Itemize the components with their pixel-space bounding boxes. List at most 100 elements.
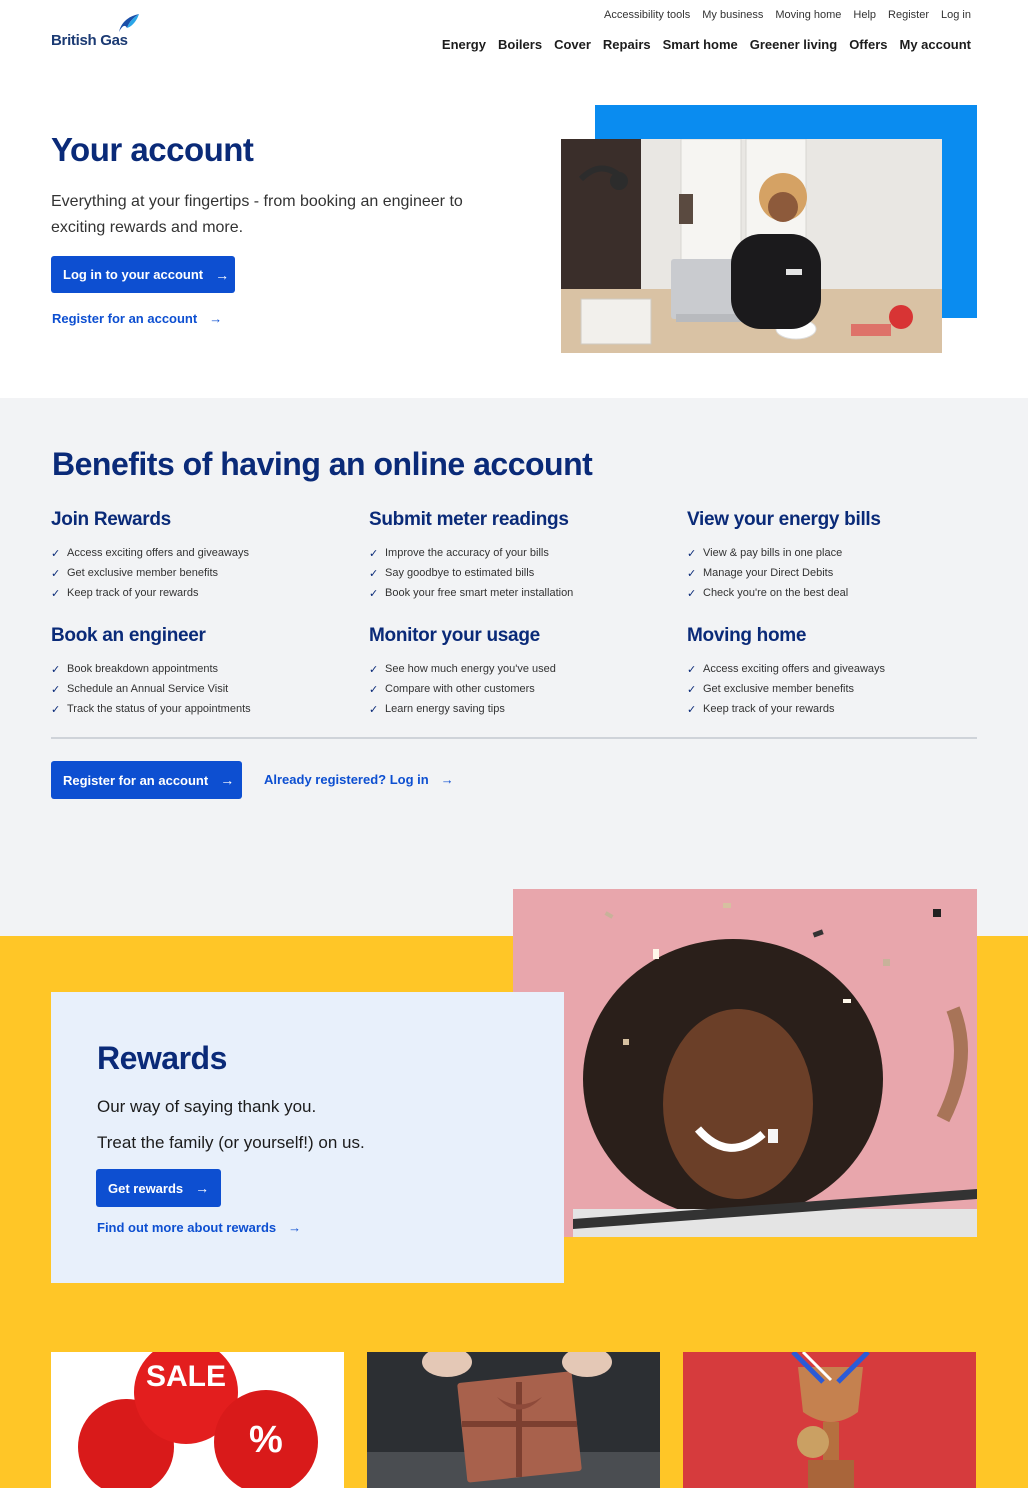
- benefit-list: ✓ Access exciting offers and giveaways ✓ G…: [687, 659, 987, 719]
- check-icon: ✓: [369, 703, 379, 716]
- find-out-more-rewards-link[interactable]: Find out more about rewards →: [97, 1220, 301, 1235]
- check-icon: ✓: [51, 547, 61, 560]
- nav-my-account[interactable]: My account: [899, 37, 971, 52]
- list-item: ✓ Check you're on the best deal: [687, 583, 987, 603]
- sale-balloons-image: SALE %: [78, 1352, 318, 1488]
- tile-sale-balloons[interactable]: SALE %: [51, 1352, 344, 1488]
- list-item-text: Access exciting offers and giveaways: [67, 547, 249, 559]
- benefit-list: ✓ Book breakdown appointments ✓ Schedule a…: [51, 659, 351, 719]
- page-title: Your account: [51, 131, 254, 168]
- util-nav-accessibility[interactable]: Accessibility tools: [604, 9, 690, 21]
- utility-nav: Accessibility tools My business Moving h…: [604, 9, 971, 21]
- list-item-text: Say goodbye to estimated bills: [385, 567, 535, 579]
- brand-name: British Gas: [51, 32, 128, 49]
- tile-trophy[interactable]: [683, 1352, 976, 1488]
- nav-boilers[interactable]: Boilers: [498, 37, 542, 52]
- list-item: ✓ Track the status of your appointments: [51, 699, 351, 719]
- list-item-text: Keep track of your rewards: [703, 703, 835, 715]
- util-nav-help[interactable]: Help: [853, 9, 876, 21]
- benefit-book-engineer: Book an engineer ✓ Book breakdown appoint…: [51, 625, 351, 719]
- check-icon: ✓: [51, 587, 61, 600]
- list-item: ✓ Improve the accuracy of your bills: [369, 543, 669, 563]
- section-divider: [51, 737, 977, 739]
- nav-smart-home[interactable]: Smart home: [663, 37, 738, 52]
- find-out-more-label: Find out more about rewards: [97, 1220, 277, 1235]
- rewards-title: Rewards: [97, 1040, 227, 1076]
- benefit-list: ✓ See how much energy you've used ✓ Compar…: [369, 659, 669, 719]
- benefit-list: ✓ Improve the accuracy of your bills ✓ Say…: [369, 543, 669, 603]
- benefit-heading: Monitor your usage: [369, 625, 540, 646]
- util-nav-log-in[interactable]: Log in: [941, 9, 971, 21]
- util-nav-register[interactable]: Register: [888, 9, 929, 21]
- check-icon: ✓: [687, 567, 697, 580]
- list-item: ✓ Keep track of your rewards: [687, 699, 987, 719]
- list-item-text: Book breakdown appointments: [67, 663, 219, 675]
- sale-text: SALE: [146, 1360, 226, 1393]
- register-link[interactable]: Register for an account →: [52, 311, 222, 326]
- rewards-photo-illustration: [513, 889, 977, 1237]
- hero-description: Everything at your fingertips - from boo…: [51, 193, 463, 236]
- nav-repairs[interactable]: Repairs: [603, 37, 651, 52]
- benefit-submit-meter-readings: Submit meter readings ✓ Improve the accur…: [369, 509, 669, 603]
- flame-logo-icon: [119, 14, 139, 32]
- benefit-heading: Book an engineer: [51, 625, 206, 646]
- util-nav-moving-home[interactable]: Moving home: [775, 9, 841, 21]
- list-item-text: Book your free smart meter installation: [385, 587, 574, 599]
- nav-greener-living[interactable]: Greener living: [750, 37, 837, 52]
- list-item: ✓ See how much energy you've used: [369, 659, 669, 679]
- get-rewards-button[interactable]: Get rewards →: [96, 1169, 221, 1207]
- check-icon: ✓: [369, 587, 379, 600]
- check-icon: ✓: [51, 703, 61, 716]
- percent-text: %: [249, 1419, 283, 1461]
- check-icon: ✓: [369, 663, 379, 676]
- arrow-right-icon: →: [195, 1180, 210, 1196]
- benefit-heading: Join Rewards: [51, 509, 171, 530]
- check-icon: ✓: [687, 547, 697, 560]
- list-item-text: View & pay bills in one place: [703, 547, 843, 559]
- benefits-section: Benefits of having an online account Joi…: [0, 398, 1028, 936]
- nav-energy[interactable]: Energy: [442, 37, 486, 52]
- get-rewards-label: Get rewards: [108, 1180, 184, 1196]
- check-icon: ✓: [369, 683, 379, 696]
- list-item: ✓ Learn energy saving tips: [369, 699, 669, 719]
- british-gas-logo[interactable]: British Gas: [51, 12, 141, 52]
- list-item: ✓ Manage your Direct Debits: [687, 563, 987, 583]
- hero-photo-woman-with-phone: [561, 139, 942, 353]
- check-icon: ✓: [369, 567, 379, 580]
- list-item-text: Keep track of your rewards: [67, 587, 199, 599]
- arrow-right-icon: →: [440, 772, 454, 787]
- list-item: ✓ Get exclusive member benefits: [687, 679, 987, 699]
- benefit-list: ✓ View & pay bills in one place ✓ Manage y…: [687, 543, 987, 603]
- main-nav: Energy Boilers Cover Repairs Smart home …: [442, 37, 971, 52]
- list-item-text: Track the status of your appointments: [67, 703, 251, 715]
- check-icon: ✓: [51, 567, 61, 580]
- list-item-text: Get exclusive member benefits: [67, 567, 219, 579]
- rewards-photo-woman-confetti: [513, 889, 977, 1237]
- list-item: ✓ Access exciting offers and giveaways: [687, 659, 987, 679]
- tile-gift-box[interactable]: [367, 1352, 660, 1488]
- register-button-label: Register for an account: [63, 772, 209, 788]
- nav-cover[interactable]: Cover: [554, 37, 591, 52]
- nav-offers[interactable]: Offers: [849, 37, 887, 52]
- trophy-image: [683, 1352, 976, 1488]
- already-registered-login-link[interactable]: Already registered? Log in →: [264, 772, 454, 787]
- list-item-text: Manage your Direct Debits: [703, 567, 834, 579]
- benefit-list: ✓ Access exciting offers and giveaways ✓ G…: [51, 543, 351, 603]
- benefits-title: Benefits of having an online account: [52, 446, 593, 482]
- check-icon: ✓: [369, 547, 379, 560]
- list-item: ✓ Book breakdown appointments: [51, 659, 351, 679]
- check-icon: ✓: [51, 683, 61, 696]
- login-button[interactable]: Log in to your account →: [51, 256, 235, 293]
- register-account-button[interactable]: Register for an account →: [51, 761, 242, 799]
- arrow-right-icon: →: [215, 266, 230, 283]
- benefit-moving-home: Moving home ✓ Access exciting offers and …: [687, 625, 987, 719]
- list-item-text: Improve the accuracy of your bills: [385, 547, 549, 559]
- list-item-text: Compare with other customers: [385, 683, 535, 695]
- util-nav-my-business[interactable]: My business: [702, 9, 763, 21]
- list-item: ✓ Keep track of your rewards: [51, 583, 351, 603]
- list-item: ✓ Book your free smart meter installation: [369, 583, 669, 603]
- login-button-label: Log in to your account: [63, 267, 204, 282]
- list-item-text: Schedule an Annual Service Visit: [67, 683, 229, 695]
- list-item-text: Check you're on the best deal: [703, 587, 849, 599]
- check-icon: ✓: [687, 587, 697, 600]
